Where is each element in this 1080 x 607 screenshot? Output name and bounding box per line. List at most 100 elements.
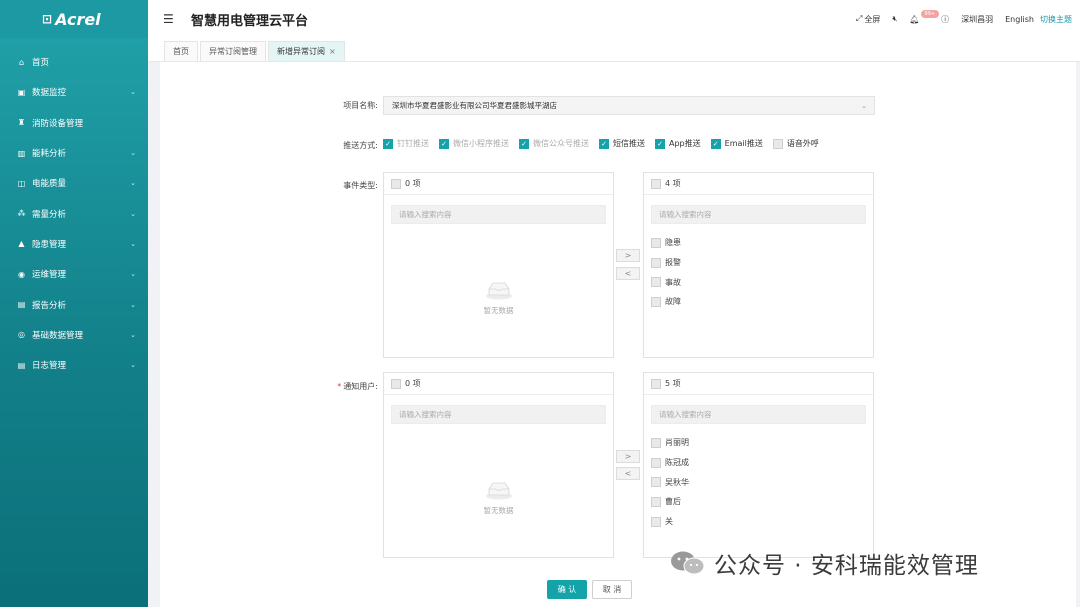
sidebar-item-label: 消防设备管理 <box>32 118 84 129</box>
bell-icon: 🔔︎ <box>909 14 920 24</box>
search-input[interactable]: 请输入搜索内容 <box>391 405 606 424</box>
move-left-button[interactable]: < <box>616 267 640 280</box>
sidebar-item-energy[interactable]: ▥ 能耗分析 ⌄ <box>0 138 148 168</box>
checkbox[interactable]: ✓ <box>710 138 721 149</box>
push-option[interactable]: ✓ 短信推送 <box>599 138 645 149</box>
event-type-label: 事件类型: <box>343 181 378 190</box>
close-icon[interactable]: × <box>329 47 336 56</box>
header-tools: ⤢ 全屏 🔇︎ 🔔︎ 99+ ⓘ 深圳昌羽 English 切换主题 <box>844 0 1072 38</box>
list-item[interactable]: 吴秋华 <box>644 472 873 492</box>
sidebar-item-base-data[interactable]: ◎ 基础数据管理 ⌄ <box>0 320 148 350</box>
page-title: 智慧用电管理云平台 <box>191 13 309 29</box>
checkbox[interactable] <box>651 457 661 468</box>
sidebar-item-hazard[interactable]: ▲ 隐患管理 ⌄ <box>0 229 148 259</box>
sidebar-item-home[interactable]: ⌂ 首页 <box>0 47 148 77</box>
sidebar-item-monitor[interactable]: ▣ 数据监控 ⌄ <box>0 77 148 107</box>
empty-state: 暂无数据 <box>384 280 613 316</box>
energy-icon: ▥ <box>17 148 26 158</box>
push-option-label: Email推送 <box>724 139 763 148</box>
list-item[interactable]: 陈冠成 <box>644 453 873 473</box>
search-input[interactable]: 请输入搜索内容 <box>651 405 866 424</box>
item-count: 0 项 <box>405 179 421 188</box>
sidebar-item-demand[interactable]: ⁂ 需量分析 ⌄ <box>0 198 148 228</box>
checkbox[interactable]: ✓ <box>519 138 529 149</box>
list-item[interactable]: 肖丽明 <box>644 433 873 453</box>
sidebar-item-fire-device[interactable]: ♜ 消防设备管理 <box>0 108 148 138</box>
item-count: 5 项 <box>665 379 681 388</box>
push-option-label: 钉钉推送 <box>397 139 429 148</box>
user-source-panel: 0 项 请输入搜索内容 暂无数据 <box>383 372 614 558</box>
list-item[interactable]: 关 <box>644 512 873 532</box>
notify-user-label: * 通知用户: <box>300 381 378 392</box>
list-item[interactable]: 报警 <box>644 253 873 273</box>
chevron-down-icon: ⌄ <box>130 88 136 97</box>
push-option[interactable]: ✓ 微信小程序推送 <box>439 138 509 149</box>
mute-icon[interactable]: 🔇︎ <box>892 14 897 24</box>
checkbox[interactable] <box>651 516 661 527</box>
select-all-checkbox[interactable] <box>391 178 401 189</box>
search-input[interactable]: 请输入搜索内容 <box>391 205 606 224</box>
help-icon[interactable]: ⓘ <box>941 14 949 25</box>
checkbox[interactable] <box>651 477 661 488</box>
panel-header: 0 项 <box>384 373 613 395</box>
select-all-checkbox[interactable] <box>391 378 401 389</box>
cancel-button[interactable]: 取 消 <box>592 580 632 599</box>
watermark: 公众号 · 安科瑞能效管理 <box>668 546 979 580</box>
sidebar-item-log[interactable]: ▤ 日志管理 ⌄ <box>0 350 148 380</box>
push-option[interactable]: ✓ App推送 <box>655 138 701 149</box>
fullscreen-button[interactable]: ⤢ 全屏 <box>856 14 880 25</box>
checkbox[interactable] <box>651 296 661 307</box>
list-item[interactable]: 故障 <box>644 292 873 312</box>
move-right-button[interactable]: > <box>616 249 640 262</box>
notification-button[interactable]: 🔔︎ 99+ <box>909 10 940 24</box>
notification-badge: 99+ <box>920 10 940 18</box>
sidebar: ⊡ Acrel ⌂ 首页 ▣ 数据监控 ⌄ ♜ 消防设备管理 ▥ 能耗分析 ⌄ ◫ 电能质量 ⌄ ⁂ 需量分… <box>0 0 148 607</box>
confirm-button[interactable]: 确 认 <box>547 580 587 599</box>
checkbox[interactable] <box>651 237 661 248</box>
checkbox[interactable]: ✓ <box>383 138 393 149</box>
item-count: 0 项 <box>405 379 421 388</box>
list-item[interactable]: 事故 <box>644 272 873 292</box>
logo-text: Acrel <box>55 9 101 29</box>
checkbox[interactable]: ✓ <box>439 138 449 149</box>
chevron-down-icon: ⌄ <box>130 270 136 279</box>
select-all-checkbox[interactable] <box>651 378 661 389</box>
checkbox[interactable]: ✓ <box>599 138 609 149</box>
notify-user-label-text: 通知用户: <box>343 382 378 391</box>
tab-0[interactable]: 首页 <box>164 41 198 61</box>
user-list: 肖丽明 陈冠成 吴秋华 曹后关 <box>644 433 873 531</box>
sidebar-item-ops[interactable]: ◉ 运维管理 ⌄ <box>0 259 148 289</box>
push-option[interactable]: ✓ 钉钉推送 <box>383 138 429 149</box>
checkbox[interactable] <box>651 496 661 507</box>
list-item-label: 关 <box>665 517 673 527</box>
checkbox[interactable] <box>651 437 661 448</box>
checkbox[interactable] <box>651 277 661 288</box>
move-right-button[interactable]: > <box>616 450 640 463</box>
push-option[interactable]: ✓ 微信公众号推送 <box>519 138 589 149</box>
logo: ⊡ Acrel <box>0 0 148 38</box>
checkbox[interactable]: ✓ <box>655 138 665 149</box>
list-item[interactable]: 曹后 <box>644 492 873 512</box>
push-option[interactable]: 语音外呼 <box>772 138 819 149</box>
sidebar-item-report[interactable]: ▤ 报告分析 ⌄ <box>0 289 148 319</box>
language-switch[interactable]: English <box>1005 15 1034 24</box>
move-left-button[interactable]: < <box>616 467 640 480</box>
sidebar-item-label: 首页 <box>32 58 50 69</box>
push-option[interactable]: ✓ Email推送 <box>710 138 763 149</box>
tab-1[interactable]: 异常订阅管理 <box>200 41 266 61</box>
sidebar-item-label: 隐患管理 <box>32 239 67 250</box>
sidebar-item-power-quality[interactable]: ◫ 电能质量 ⌄ <box>0 168 148 198</box>
report-icon: ▤ <box>17 300 26 310</box>
menu-toggle-icon[interactable]: ☰ <box>163 12 179 26</box>
list-item[interactable]: 隐患 <box>644 233 873 253</box>
search-input[interactable]: 请输入搜索内容 <box>651 205 866 224</box>
chevron-down-icon: ⌄ <box>130 300 136 309</box>
user-name[interactable]: 深圳昌羽 <box>961 14 993 25</box>
theme-switch[interactable]: 切换主题 <box>1040 14 1072 25</box>
checkbox[interactable] <box>651 257 661 268</box>
tab-2[interactable]: 新增异常订阅 × <box>268 41 345 61</box>
list-item-label: 隐患 <box>665 238 681 248</box>
project-select[interactable]: 深圳市华夏君盛影业有限公司华夏君盛影城平湖店 ⌄ <box>383 96 875 115</box>
checkbox[interactable] <box>772 138 783 149</box>
select-all-checkbox[interactable] <box>651 178 661 189</box>
